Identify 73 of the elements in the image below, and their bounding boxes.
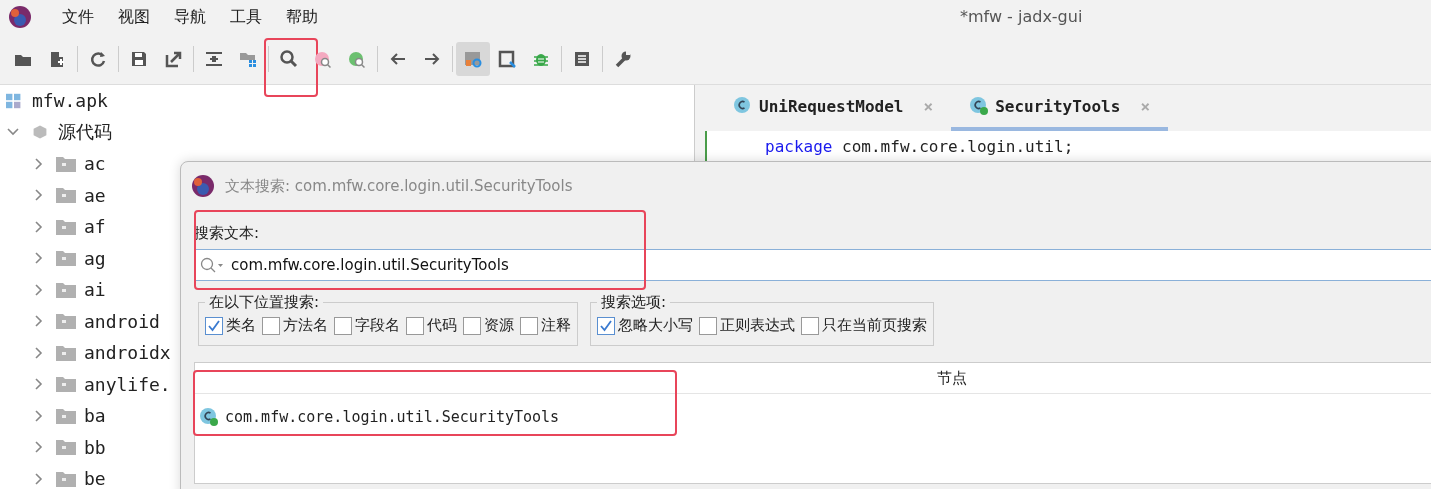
checkbox[interactable]: 类名 [205,316,256,335]
group-title: 搜索选项: [600,293,668,312]
checkbox-box[interactable] [699,316,717,335]
checkbox[interactable]: 资源 [463,316,514,335]
tree-item[interactable]: androidx [84,342,171,364]
code-line: package com.mfw.core.login.util; [765,137,1074,156]
window-title: *mfw - jadx-gui [960,7,1083,26]
folder-icon [56,250,76,267]
export-icon [163,49,183,69]
dialog-title: 文本搜索: com.mfw.core.login.util.SecurityTools [225,176,573,196]
folder-icon [56,376,76,393]
tree-item[interactable]: af [84,216,106,238]
result-row[interactable]: com.mfw.core.login.util.SecurityTools [225,408,560,426]
tree-item[interactable]: ai [84,279,106,301]
checkbox[interactable]: 代码 [406,316,457,335]
tree-item[interactable]: ba [84,405,106,427]
align-icon [204,49,224,69]
checkbox-box[interactable] [597,316,615,335]
folder-icon [56,313,76,330]
folder-icon [56,344,76,361]
checkbox[interactable]: 字段名 [334,316,400,335]
checkbox-box[interactable] [406,316,424,335]
checkbox[interactable]: 只在当前页搜索 [801,316,927,335]
checkbox-box[interactable] [262,316,280,335]
checkbox-box[interactable] [205,316,223,335]
class-icon [733,96,753,116]
search-field[interactable]: com.mfw.core.login.util.SecurityTools [194,249,1431,281]
log-icon [572,49,592,69]
menu-item[interactable]: 导航 [162,6,218,28]
folder-icon [56,187,76,204]
group-title: 在以下位置搜索: [208,293,321,312]
refresh-icon [88,49,108,69]
search-usage-icon [347,49,367,69]
column-header: 节点 [937,368,967,388]
checkbox-box[interactable] [463,316,481,335]
tree-item[interactable]: android [84,310,160,332]
folder-icon [56,439,76,456]
settings-icon [463,49,483,69]
folder-icon [56,470,76,487]
checkbox[interactable]: 注释 [520,316,571,335]
menu-item[interactable]: 帮助 [274,6,330,28]
menu-item[interactable]: 视图 [106,6,162,28]
checkbox-box[interactable] [520,316,538,335]
tree-item[interactable]: ag [84,247,106,269]
folder-icon [56,155,76,172]
frame-icon [497,49,517,69]
folder-icon [56,407,76,424]
app-logo-icon [8,5,32,29]
folder-icon [56,218,76,235]
wrench-icon [613,49,633,69]
folder-icon [56,281,76,298]
save-icon [129,49,149,69]
search-icon [279,49,299,69]
checkbox[interactable]: 方法名 [262,316,328,335]
search-icon [199,256,225,274]
tree-item[interactable]: ac [84,153,106,175]
tree-item[interactable]: 源代码 [58,120,112,145]
tree-item[interactable]: ae [84,184,106,206]
tree-item[interactable]: be [84,468,106,489]
checkbox[interactable]: 正则表达式 [699,316,795,335]
menu-item[interactable]: 文件 [50,6,106,28]
tree-item[interactable]: bb [84,436,106,458]
class-icon [199,407,219,427]
search-class-icon [313,49,333,69]
class-icon [969,96,990,116]
tree-item[interactable]: anylife. [84,373,171,395]
checkbox-box[interactable] [801,316,819,335]
app-logo-icon [191,174,215,198]
tree-item[interactable]: mfw.apk [32,90,108,112]
menu-item[interactable]: 工具 [218,6,274,28]
editor-tab[interactable]: UniRequestModel × [715,85,952,131]
checkbox-box[interactable] [334,316,352,335]
checkbox[interactable]: 忽略大小写 [597,316,693,335]
